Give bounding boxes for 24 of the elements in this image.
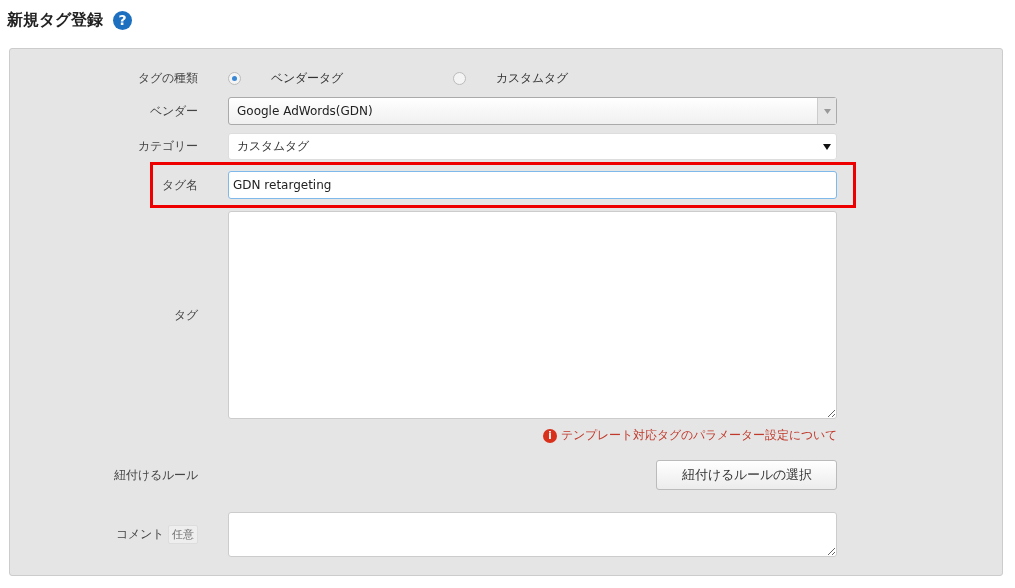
optional-badge: 任意	[168, 525, 198, 544]
tag-name-field[interactable]: GDN retargeting	[228, 171, 837, 199]
caret-icon	[823, 108, 831, 114]
select-rule-button[interactable]: 紐付けるルールの選択	[656, 460, 837, 490]
info-icon: i	[543, 428, 557, 443]
field-label: タグ	[174, 306, 198, 324]
radio-button[interactable]	[228, 71, 241, 85]
vendor-select[interactable]: Google AdWords(GDN)	[228, 97, 837, 125]
radio-button[interactable]	[453, 71, 466, 85]
field-label: タグの種類	[138, 69, 198, 87]
tag-textarea[interactable]	[228, 211, 837, 419]
page-title: 新規タグ登録	[7, 9, 103, 31]
help-icon[interactable]: ?	[113, 10, 132, 30]
comment-textarea[interactable]	[228, 512, 837, 557]
field-label: タグ名	[162, 176, 198, 194]
category-select[interactable]: カスタムタグ	[228, 133, 837, 160]
field-label: コメント	[116, 526, 164, 543]
caret-icon	[823, 143, 831, 150]
field-label: ベンダー	[150, 102, 198, 120]
field-label: カテゴリー	[138, 138, 198, 155]
help-link[interactable]: テンプレート対応タグのパラメーター設定について	[561, 427, 837, 444]
radio-label[interactable]: ベンダータグ	[271, 69, 343, 87]
radio-label[interactable]: カスタムタグ	[496, 69, 568, 87]
field-label: 紐付けるルール	[114, 466, 198, 484]
